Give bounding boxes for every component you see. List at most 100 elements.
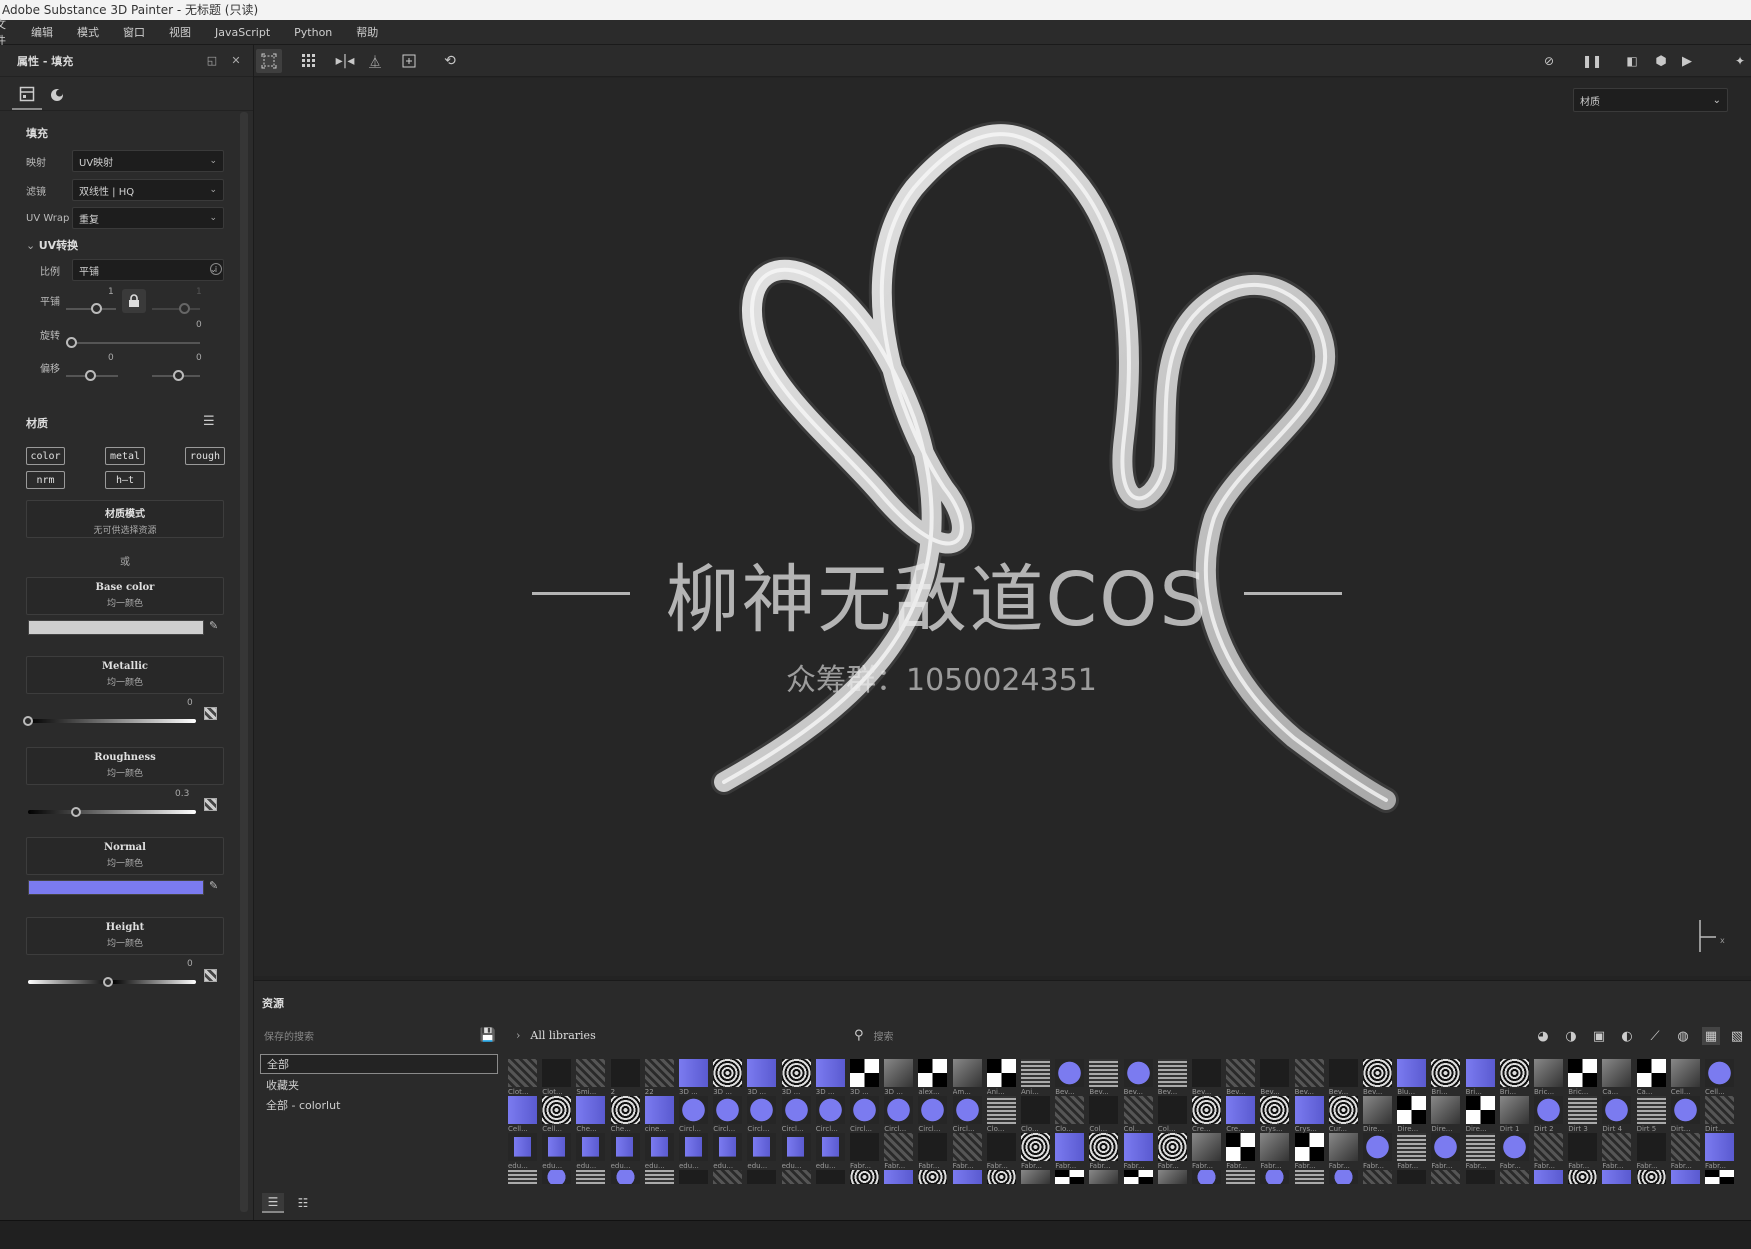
asset-thumbnail[interactable]: 3D ... <box>850 1059 879 1096</box>
menu-file[interactable]: 文件 <box>0 16 7 48</box>
asset-thumbnail[interactable]: cine... <box>644 1096 674 1133</box>
camera-icon[interactable]: ▶ <box>1674 49 1700 73</box>
asset-thumbnail[interactable]: edu... <box>747 1133 777 1170</box>
asset-thumbnail[interactable] <box>679 1170 708 1184</box>
hide-icon[interactable]: ⊘ <box>1536 49 1562 73</box>
asset-thumbnail[interactable] <box>1055 1170 1085 1184</box>
asset-thumbnail[interactable] <box>576 1170 606 1184</box>
asset-thumbnail[interactable]: Circl... <box>747 1096 777 1133</box>
asset-thumbnail[interactable]: Dire... <box>1363 1096 1392 1133</box>
asset-thumbnail[interactable]: Cell... <box>508 1096 537 1133</box>
asset-thumbnail[interactable]: Fabr... <box>1089 1133 1119 1170</box>
asset-thumbnail[interactable]: Bev... <box>1089 1059 1119 1096</box>
metallic-slider-knob[interactable] <box>23 716 33 726</box>
asset-thumbnail[interactable]: Fabr... <box>884 1133 914 1170</box>
asset-thumbnail[interactable]: Col... <box>1089 1096 1119 1133</box>
asset-thumbnail[interactable] <box>1089 1170 1119 1184</box>
asset-thumbnail[interactable] <box>1021 1170 1050 1184</box>
channel-metal-chip[interactable]: metal <box>105 447 145 465</box>
asset-thumbnail[interactable]: Dirt 5 <box>1636 1096 1666 1133</box>
asset-thumbnail[interactable]: alex... <box>918 1059 948 1096</box>
tile-slider-b[interactable] <box>152 308 200 310</box>
menu-help[interactable]: 帮助 <box>344 24 390 40</box>
uv-transform-toggle[interactable]: ⌄ UV转换 <box>26 237 78 253</box>
asset-thumbnail[interactable]: Bev... <box>1260 1059 1290 1096</box>
asset-thumbnail[interactable]: Dirt 4 <box>1602 1096 1632 1133</box>
asset-thumbnail[interactable]: Fabr... <box>1294 1133 1324 1170</box>
asset-thumbnail[interactable]: Clo... <box>1055 1096 1085 1133</box>
mirror-vertical-icon[interactable]: ⏅ <box>362 49 388 73</box>
3d-viewport[interactable]: x <box>254 78 1751 976</box>
asset-thumbnail[interactable]: Bri... <box>1465 1059 1495 1096</box>
library-breadcrumb[interactable]: › All libraries <box>516 1023 596 1047</box>
base-color-card[interactable]: Base color 均一颜色 <box>26 577 224 615</box>
asset-thumbnail[interactable] <box>1363 1170 1392 1184</box>
asset-thumbnail[interactable]: Bric... <box>1534 1059 1563 1096</box>
asset-thumbnail[interactable]: Bev... <box>1328 1059 1358 1096</box>
asset-thumbnail[interactable]: Fabr... <box>952 1133 982 1170</box>
asset-thumbnail[interactable]: Bev... <box>1055 1059 1085 1096</box>
asset-thumbnail[interactable]: Bev... <box>1294 1059 1324 1096</box>
library-item-all[interactable]: 全部 <box>260 1054 498 1074</box>
asset-thumbnail[interactable]: Blu... <box>1397 1059 1427 1096</box>
asset-thumbnail[interactable]: edu... <box>679 1133 708 1170</box>
eyedropper-icon[interactable]: ✎ <box>209 619 218 632</box>
asset-thumbnail[interactable]: Bev... <box>1226 1059 1256 1096</box>
filter-alphas-icon[interactable]: ◍ <box>1674 1027 1692 1045</box>
texture-slot-icon[interactable] <box>204 707 217 720</box>
history-icon[interactable]: ⟲ <box>437 49 463 73</box>
metallic-card[interactable]: Metallic 均一颜色 <box>26 656 224 694</box>
asset-thumbnail[interactable] <box>1602 1170 1632 1184</box>
undock-icon[interactable]: ◱ <box>205 54 219 67</box>
asset-thumbnail[interactable]: Bev... <box>1192 1059 1221 1096</box>
asset-thumbnail[interactable] <box>1568 1170 1598 1184</box>
asset-thumbnail[interactable]: Circl... <box>781 1096 811 1133</box>
asset-thumbnail[interactable]: Fabr... <box>1534 1133 1563 1170</box>
asset-thumbnail[interactable] <box>1226 1170 1256 1184</box>
tile-slider-a-knob[interactable] <box>91 303 102 314</box>
asset-thumbnail[interactable]: Bev... <box>1123 1059 1153 1096</box>
asset-thumbnail[interactable]: Dirt 3 <box>1568 1096 1598 1133</box>
filter-materials-icon[interactable]: ◕ <box>1534 1027 1552 1045</box>
asset-thumbnail[interactable]: Crys... <box>1294 1096 1324 1133</box>
asset-thumbnail[interactable]: 3D ... <box>815 1059 845 1096</box>
asset-thumbnail[interactable]: Fabr... <box>1226 1133 1256 1170</box>
close-icon[interactable]: ✕ <box>229 54 243 67</box>
asset-thumbnail[interactable]: Am... <box>952 1059 982 1096</box>
asset-thumbnail[interactable]: Cre... <box>1226 1096 1256 1133</box>
material-mode-card[interactable]: 材质模式 无可供选择资源 <box>26 500 224 538</box>
info-icon[interactable]: i <box>210 263 222 275</box>
asset-thumbnail[interactable] <box>884 1170 914 1184</box>
library-item-colorlut[interactable]: 全部 - colorlut <box>260 1095 498 1115</box>
asset-thumbnail[interactable]: Circl... <box>918 1096 948 1133</box>
menu-javascript[interactable]: JavaScript <box>203 26 282 39</box>
mapping-dropdown[interactable]: UV映射 ⌄ <box>72 150 224 172</box>
filter-brushes-icon[interactable]: ⟋ <box>1646 1027 1664 1045</box>
mirror-horizontal-icon[interactable]: ▸|◂ <box>332 49 358 73</box>
tile-slider-b-knob[interactable] <box>179 303 190 314</box>
asset-thumbnail[interactable] <box>1328 1170 1358 1184</box>
asset-thumbnail[interactable] <box>1260 1170 1290 1184</box>
asset-thumbnail[interactable]: Fabr... <box>1465 1133 1495 1170</box>
asset-thumbnail[interactable]: edu... <box>576 1133 606 1170</box>
asset-thumbnail[interactable]: Col... <box>1123 1096 1153 1133</box>
scale-dropdown[interactable]: 平铺 ⌄ <box>72 259 224 281</box>
asset-thumbnail[interactable]: Bev... <box>1363 1059 1392 1096</box>
split-view-icon[interactable]: ◧ <box>1619 49 1645 73</box>
asset-thumbnail[interactable]: Cell... <box>1705 1059 1734 1096</box>
asset-thumbnail[interactable]: Cell... <box>542 1096 572 1133</box>
asset-thumbnail[interactable]: edu... <box>644 1133 674 1170</box>
metallic-slider[interactable] <box>28 719 196 723</box>
texture-slot-icon[interactable] <box>204 969 217 982</box>
asset-thumbnail[interactable]: Fabr... <box>1055 1133 1085 1170</box>
asset-thumbnail[interactable]: Dirt 1 <box>1499 1096 1529 1133</box>
properties-scrollbar[interactable] <box>240 112 248 1212</box>
asset-thumbnail[interactable]: Fabr... <box>1260 1133 1290 1170</box>
asset-thumbnail[interactable] <box>542 1170 572 1184</box>
asset-thumbnail[interactable]: Fabr... <box>918 1133 948 1170</box>
asset-thumbnail[interactable] <box>747 1170 777 1184</box>
asset-thumbnail[interactable]: Circl... <box>952 1096 982 1133</box>
height-slider-knob[interactable] <box>103 977 113 987</box>
base-color-swatch[interactable] <box>28 620 204 635</box>
filter-dropdown[interactable]: 双线性 | HQ ⌄ <box>72 179 224 201</box>
